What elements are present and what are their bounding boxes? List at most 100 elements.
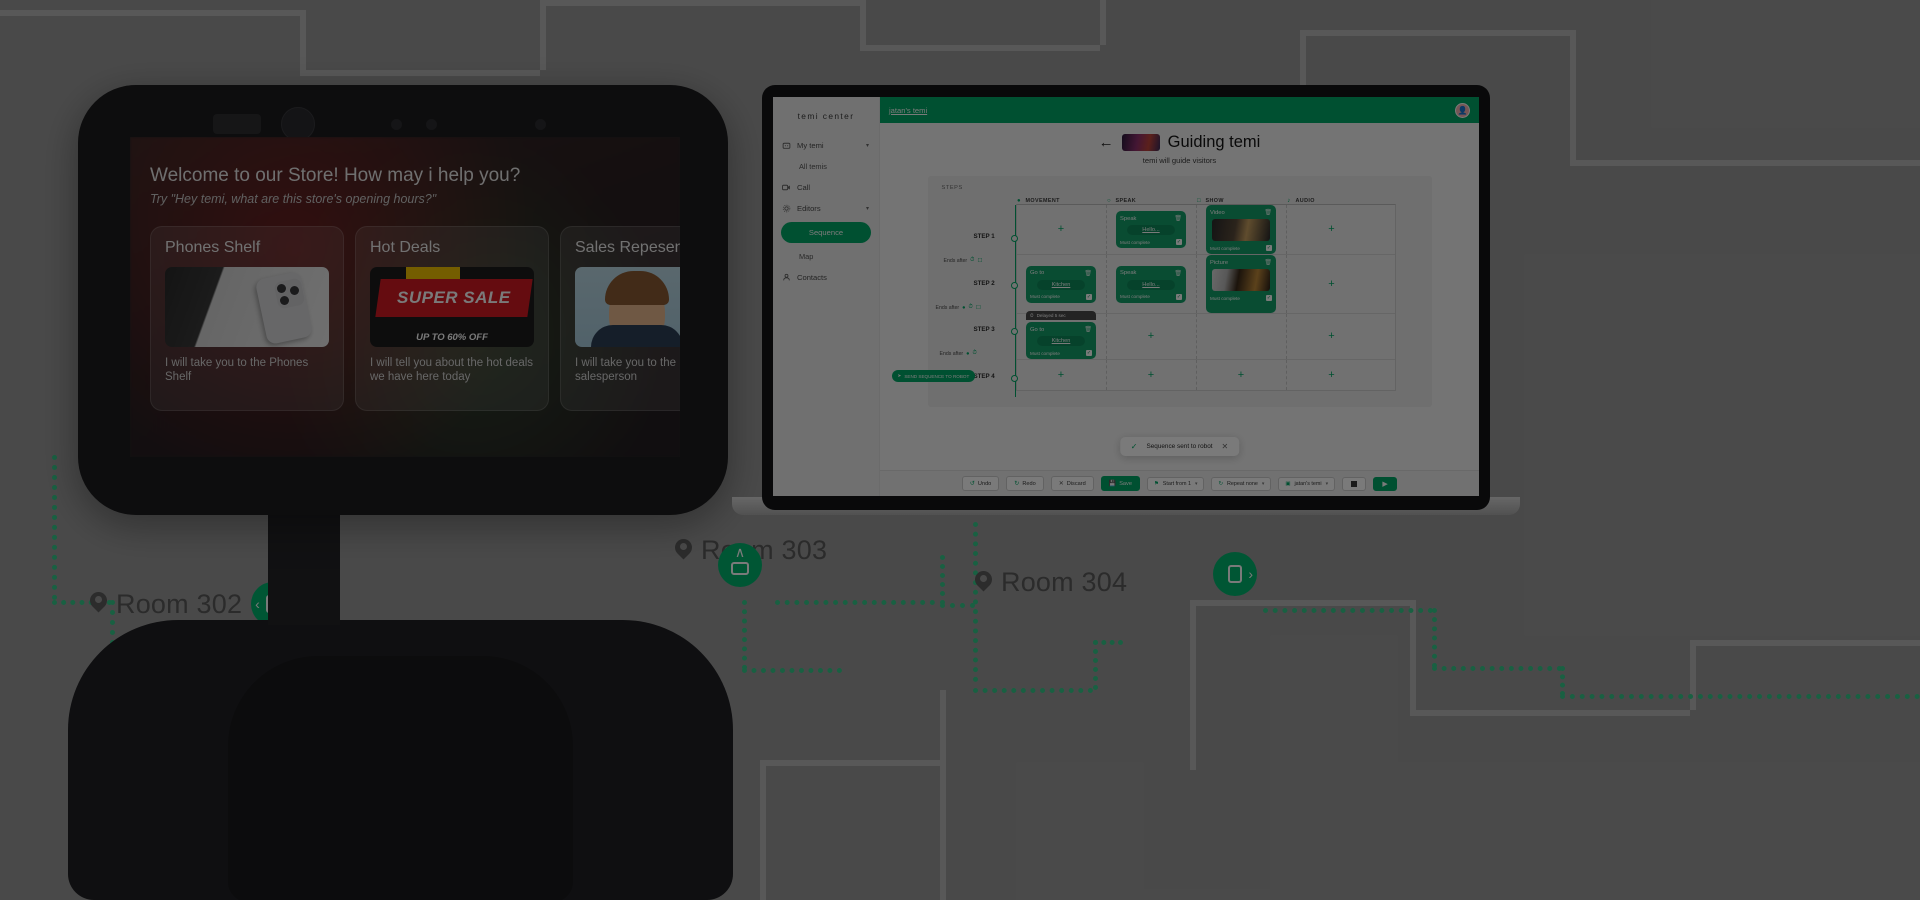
action-value[interactable]: Kitchen <box>1037 336 1085 346</box>
cell-show-1[interactable]: Video 🗑 Must complete ✓ <box>1197 205 1287 254</box>
send-sequence-button[interactable]: ➤ SEND SEQUENCE TO ROBOT <box>891 370 976 382</box>
must-complete-label: Must complete <box>1210 245 1240 251</box>
delete-icon[interactable]: 🗑 <box>1264 209 1272 216</box>
robot-icon: ▣ <box>1285 480 1291 487</box>
must-complete-checkbox[interactable]: ✓ <box>1266 295 1272 301</box>
stop-button[interactable] <box>1342 476 1367 491</box>
robot-base <box>68 620 733 900</box>
sidebar-item-contacts[interactable]: Contacts <box>773 267 879 288</box>
action-card-speak[interactable]: Speak 🗑 Hello... Must complete ✓ <box>1116 211 1186 248</box>
sidebar-item-my-temi[interactable]: My temi ▾ <box>773 135 879 156</box>
room-marker-304[interactable]: Room 304 <box>975 567 1127 598</box>
app-sidebar: temi center My temi ▾ All temis Call Edi… <box>773 97 880 496</box>
cell-movement-4[interactable]: + <box>1017 360 1107 390</box>
sidebar-item-map[interactable]: Map <box>773 246 879 267</box>
door-right-icon[interactable]: › <box>1213 552 1257 596</box>
delete-icon[interactable]: 🗑 <box>1174 215 1182 222</box>
cell-movement-3[interactable]: ⏱ Delayed 5 sec Go to 🗑 Kitchen Must com… <box>1017 311 1107 359</box>
add-action-icon[interactable]: + <box>1148 369 1154 381</box>
add-action-icon[interactable]: + <box>1328 278 1334 290</box>
action-value[interactable]: Hello... <box>1127 279 1175 290</box>
cell-speak-3[interactable]: + <box>1107 314 1197 359</box>
add-action-icon[interactable]: + <box>1238 369 1244 381</box>
action-value[interactable]: Hello... <box>1127 225 1175 235</box>
robot-icon <box>782 141 791 150</box>
action-card-goto[interactable]: Go to 🗑 Kitchen Must complete ✓ <box>1026 265 1096 303</box>
redo-icon: ↻ <box>1014 481 1020 487</box>
play-button[interactable]: ▶ <box>1373 476 1398 491</box>
action-value[interactable]: Kitchen <box>1037 279 1085 290</box>
cell-audio-2[interactable]: + <box>1287 255 1377 313</box>
timer-0s-icon: ⏱ <box>968 304 973 310</box>
chevron-down-icon[interactable]: ▾ <box>866 205 869 212</box>
cell-speak-4[interactable]: + <box>1107 360 1197 390</box>
step-row-3: ⏱ Delayed 5 sec Go to 🗑 Kitchen Must com… <box>1016 311 1395 360</box>
discard-label: Discard <box>1066 480 1086 487</box>
add-action-icon[interactable]: + <box>1328 331 1334 342</box>
card-hot-deals[interactable]: Hot Deals SUPER SALE UP TO 60% OFF I wil… <box>355 226 549 411</box>
must-complete-checkbox[interactable]: ✓ <box>1086 293 1092 300</box>
play-icon: ▶ <box>1382 480 1388 488</box>
sidebar-item-sequence[interactable]: Sequence <box>781 222 871 243</box>
location-pin-icon: ● <box>966 350 970 357</box>
robot-select[interactable]: ▣ jatan's temi ▾ <box>1278 476 1336 491</box>
delete-icon[interactable]: 🗑 <box>1264 259 1272 266</box>
action-title: Go to <box>1030 270 1045 276</box>
elevator-up-icon[interactable]: ∧ <box>718 543 762 587</box>
must-complete-checkbox[interactable]: ✓ <box>1086 350 1092 356</box>
add-action-icon[interactable]: + <box>1328 224 1334 235</box>
avatar[interactable]: 👤 <box>1455 102 1470 118</box>
cell-show-2[interactable]: Picture 🗑 Must complete ✓ <box>1197 255 1287 313</box>
cell-audio-3[interactable]: + <box>1287 314 1377 359</box>
sequence-editor: ← Guiding temi temi will guide visitors … <box>880 123 1479 470</box>
sidebar-item-call[interactable]: Call <box>773 177 879 198</box>
sensor-icon <box>426 119 437 130</box>
must-complete-checkbox[interactable]: ✓ <box>1266 245 1272 251</box>
robot-display[interactable]: Welcome to our Store! How may i help you… <box>130 137 680 457</box>
cell-audio-1[interactable]: + <box>1287 205 1377 254</box>
robot-head: Welcome to our Store! How may i help you… <box>78 85 728 515</box>
chevron-down-icon: ▾ <box>1325 480 1329 487</box>
undo-button[interactable]: ↺ Undo <box>961 476 1000 491</box>
redo-button[interactable]: ↻ Redo <box>1006 476 1044 491</box>
add-action-icon[interactable]: + <box>1148 331 1154 342</box>
cell-show-4[interactable]: + <box>1197 360 1287 390</box>
delete-icon[interactable]: 🗑 <box>1174 270 1182 277</box>
discard-button[interactable]: ✕ Discard <box>1050 476 1094 491</box>
delete-icon[interactable]: 🗑 <box>1084 326 1092 333</box>
action-card-picture[interactable]: Picture 🗑 Must complete ✓ <box>1206 255 1276 313</box>
must-complete-checkbox[interactable]: ✓ <box>1176 293 1182 300</box>
back-arrow-icon[interactable]: ← <box>1099 135 1114 150</box>
music-note-icon: ♪ <box>1287 197 1291 204</box>
cell-speak-2[interactable]: Speak 🗑 Hello... Must complete ✓ <box>1107 255 1197 313</box>
action-card-speak[interactable]: Speak 🗑 Hello... Must complete ✓ <box>1116 265 1186 303</box>
save-button[interactable]: 💾 Save <box>1100 476 1140 491</box>
screen-icon: □ <box>1196 197 1202 204</box>
cell-audio-4[interactable]: + <box>1287 360 1377 390</box>
step-label: STEP 2 <box>973 280 995 287</box>
topbar-robot-name[interactable]: jatan's temi <box>889 106 927 115</box>
must-complete-checkbox[interactable]: ✓ <box>1176 239 1182 245</box>
cell-movement-2[interactable]: Go to 🗑 Kitchen Must complete ✓ <box>1017 255 1107 313</box>
sidebar-item-editors[interactable]: Editors ▾ <box>773 198 879 219</box>
cell-movement-1[interactable]: + <box>1017 205 1107 254</box>
action-card-goto[interactable]: ⏱ Delayed 5 sec Go to 🗑 Kitchen Must com… <box>1026 311 1096 359</box>
delay-badge[interactable]: ⏱ Delayed 5 sec <box>1026 311 1096 320</box>
action-card-video[interactable]: Video 🗑 Must complete ✓ <box>1206 205 1276 254</box>
sidebar-item-all-temis[interactable]: All temis <box>773 156 879 177</box>
sensor-icon <box>535 119 546 130</box>
card-phones-shelf[interactable]: Phones Shelf I will take you to the Phon… <box>150 226 344 411</box>
add-action-icon[interactable]: + <box>1328 369 1334 381</box>
card-sales-representative[interactable]: Sales Repesentative I will take you to t… <box>560 226 680 411</box>
chevron-down-icon[interactable]: ▾ <box>866 142 869 149</box>
cell-speak-1[interactable]: Speak 🗑 Hello... Must complete ✓ <box>1107 205 1197 254</box>
repeat-select[interactable]: ↻ Repeat none ▾ <box>1211 476 1272 491</box>
action-title: Go to <box>1030 326 1045 333</box>
cell-show-3[interactable] <box>1197 314 1287 359</box>
speech-icon: ○ <box>1106 197 1112 204</box>
delete-icon[interactable]: 🗑 <box>1084 270 1092 277</box>
close-icon[interactable]: ✕ <box>1222 442 1229 451</box>
start-from-select[interactable]: ⚑ Start from 1 ▾ <box>1146 476 1205 491</box>
add-action-icon[interactable]: + <box>1058 369 1064 381</box>
add-action-icon[interactable]: + <box>1058 224 1064 235</box>
